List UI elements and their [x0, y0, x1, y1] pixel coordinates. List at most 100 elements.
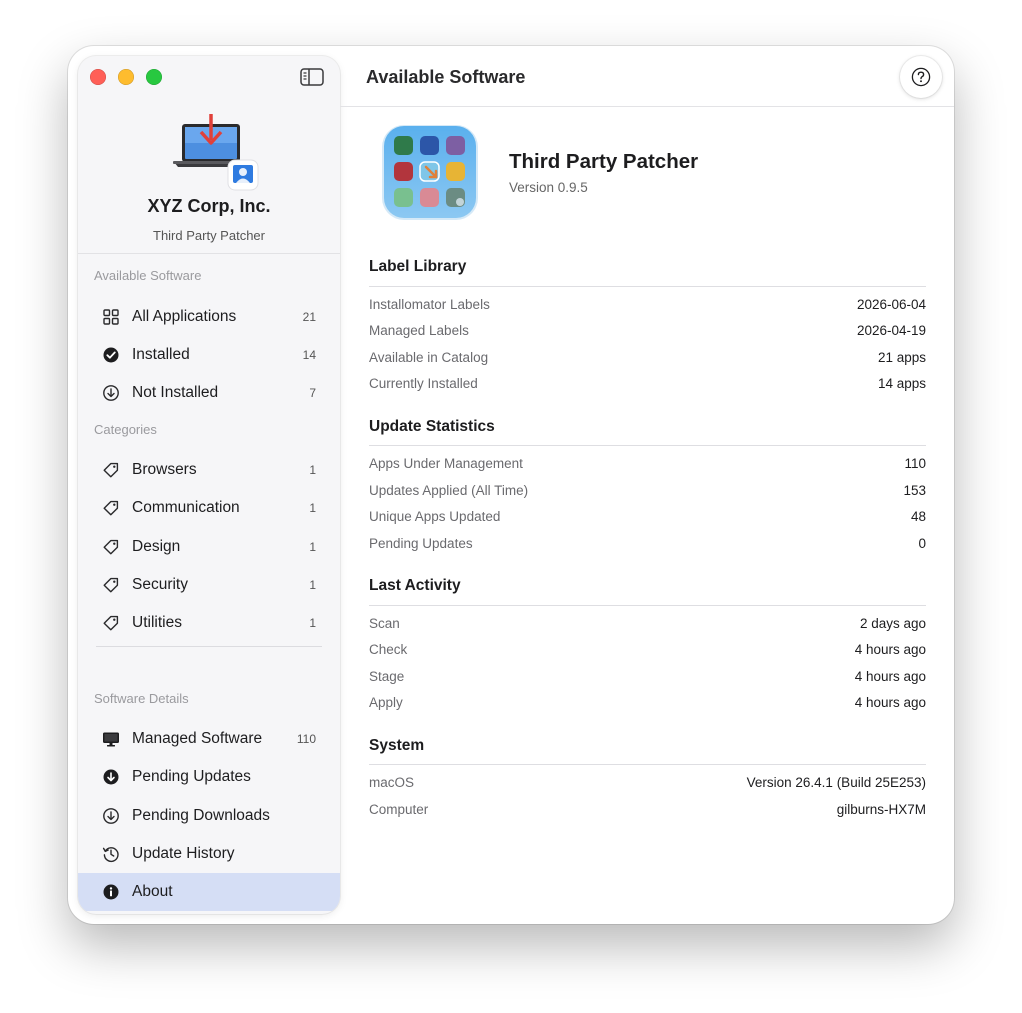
sidebar-item-update-history[interactable]: Update History: [78, 835, 340, 873]
sidebar-item-label: Update History: [132, 845, 235, 862]
download-circle-icon: [103, 808, 119, 824]
sidebar-item-label: Utilities: [132, 614, 182, 631]
info-value: 4 hours ago: [854, 642, 926, 657]
sidebar-toggle-icon[interactable]: [300, 68, 324, 86]
info-key: Computer: [369, 802, 429, 817]
section-divider: [369, 445, 926, 446]
section-divider: [369, 286, 926, 287]
sidebar-item-count: 1: [309, 578, 316, 592]
sidebar-item-label: Installed: [132, 346, 190, 363]
sidebar-item-all-applications[interactable]: All Applications 21: [78, 298, 340, 336]
info-key: Scan: [369, 616, 400, 631]
sidebar-item-label: All Applications: [132, 308, 237, 325]
info-value: 21 apps: [877, 350, 926, 365]
info-key: Managed Labels: [369, 323, 469, 338]
app-version: Version 0.9.5: [509, 180, 588, 195]
sidebar-item-browsers[interactable]: Browsers 1: [78, 451, 340, 489]
checkmark-circle-icon: [103, 347, 119, 363]
app-name: Third Party Patcher: [509, 150, 699, 173]
sidebar-item-count: 1: [309, 501, 316, 515]
tag-icon: [103, 615, 119, 631]
sidebar-item-count: 110: [296, 732, 316, 746]
sidebar-item-label: Pending Downloads: [132, 807, 270, 824]
info-value: 153: [903, 483, 926, 498]
section-divider: [369, 764, 926, 765]
sidebar-item-label: Browsers: [132, 461, 197, 478]
info-value: gilburns-HX7M: [836, 802, 926, 817]
download-circle-icon: [103, 385, 119, 401]
section-title-system: System: [369, 737, 425, 754]
sidebar-item-count: 7: [309, 386, 316, 400]
sidebar-item-design[interactable]: Design 1: [78, 528, 340, 566]
sidebar-item-not-installed[interactable]: Not Installed 7: [78, 374, 340, 412]
sidebar-item-label: Communication: [132, 499, 240, 516]
organization-subtitle: Third Party Patcher: [153, 228, 265, 243]
grid-icon: [103, 309, 119, 325]
sidebar-item-count: 21: [302, 310, 316, 324]
info-value: 0: [918, 536, 926, 551]
sidebar-item-label: Pending Updates: [132, 768, 251, 785]
info-value: Version 26.4.1 (Build 25E253): [746, 775, 926, 790]
info-value: 4 hours ago: [854, 695, 926, 710]
help-button[interactable]: [900, 56, 942, 98]
section-label-software-details: Software Details: [94, 691, 189, 706]
sidebar-item-count: 1: [309, 540, 316, 554]
tag-icon: [103, 577, 119, 593]
info-key: Available in Catalog: [369, 350, 489, 365]
close-window-button[interactable]: [90, 69, 106, 85]
brand-divider: [78, 253, 340, 254]
info-key: Apply: [369, 695, 403, 710]
sidebar-item-label: About: [132, 883, 173, 900]
sidebar-item-count: 14: [302, 348, 316, 362]
organization-name: XYZ Corp, Inc.: [147, 196, 271, 216]
info-key: Pending Updates: [369, 536, 473, 551]
info-key: Stage: [369, 669, 405, 684]
sidebar-divider: [96, 646, 322, 647]
laptop-download-logo-icon: [173, 114, 259, 191]
sidebar: XYZ Corp, Inc. Third Party Patcher Avail…: [78, 56, 340, 914]
zoom-window-button[interactable]: [146, 69, 162, 85]
info-key: Unique Apps Updated: [369, 509, 501, 524]
sidebar-item-label: Design: [132, 538, 181, 555]
section-label-available-software: Available Software: [94, 268, 202, 283]
section-title-label-library: Label Library: [369, 258, 467, 275]
info-value: 48: [910, 509, 926, 524]
info-value: 2 days ago: [859, 616, 926, 631]
section-title-update-statistics: Update Statistics: [369, 418, 495, 435]
info-icon: [103, 884, 119, 900]
info-key: Updates Applied (All Time): [369, 483, 529, 498]
info-value: 2026-06-04: [856, 297, 926, 312]
page-title: Available Software: [366, 67, 526, 87]
sidebar-item-managed-software[interactable]: Managed Software 110: [78, 720, 340, 758]
sidebar-item-about[interactable]: About: [78, 873, 340, 911]
question-mark-icon: [911, 67, 931, 87]
sidebar-item-label: Managed Software: [132, 730, 263, 747]
sidebar-item-count: 1: [309, 463, 316, 477]
section-label-categories: Categories: [94, 422, 157, 437]
minimize-window-button[interactable]: [118, 69, 134, 85]
info-key: Check: [369, 642, 408, 657]
sidebar-item-pending-updates[interactable]: Pending Updates: [78, 758, 340, 796]
download-filled-icon: [103, 769, 119, 785]
sidebar-item-communication[interactable]: Communication 1: [78, 489, 340, 527]
tag-icon: [103, 462, 119, 478]
sidebar-item-utilities[interactable]: Utilities 1: [78, 604, 340, 642]
info-value: 110: [904, 456, 926, 471]
info-value: 4 hours ago: [854, 669, 926, 684]
sidebar-item-count: 1: [309, 616, 316, 630]
info-value: 2026-04-19: [856, 323, 926, 338]
sidebar-item-pending-downloads[interactable]: Pending Downloads: [78, 797, 340, 835]
history-icon: [102, 847, 119, 863]
info-key: Currently Installed: [369, 376, 478, 391]
sidebar-item-label: Security: [132, 576, 188, 593]
display-icon: [103, 732, 119, 747]
tag-icon: [103, 500, 119, 516]
main-header: Available Software: [340, 46, 954, 107]
sidebar-item-security[interactable]: Security 1: [78, 566, 340, 604]
app-window: XYZ Corp, Inc. Third Party Patcher Avail…: [68, 46, 954, 924]
info-value: 14 apps: [877, 376, 926, 391]
sidebar-item-installed[interactable]: Installed 14: [78, 336, 340, 374]
tag-icon: [103, 539, 119, 555]
app-icon: [382, 125, 478, 220]
sidebar-item-label: Not Installed: [132, 384, 219, 401]
